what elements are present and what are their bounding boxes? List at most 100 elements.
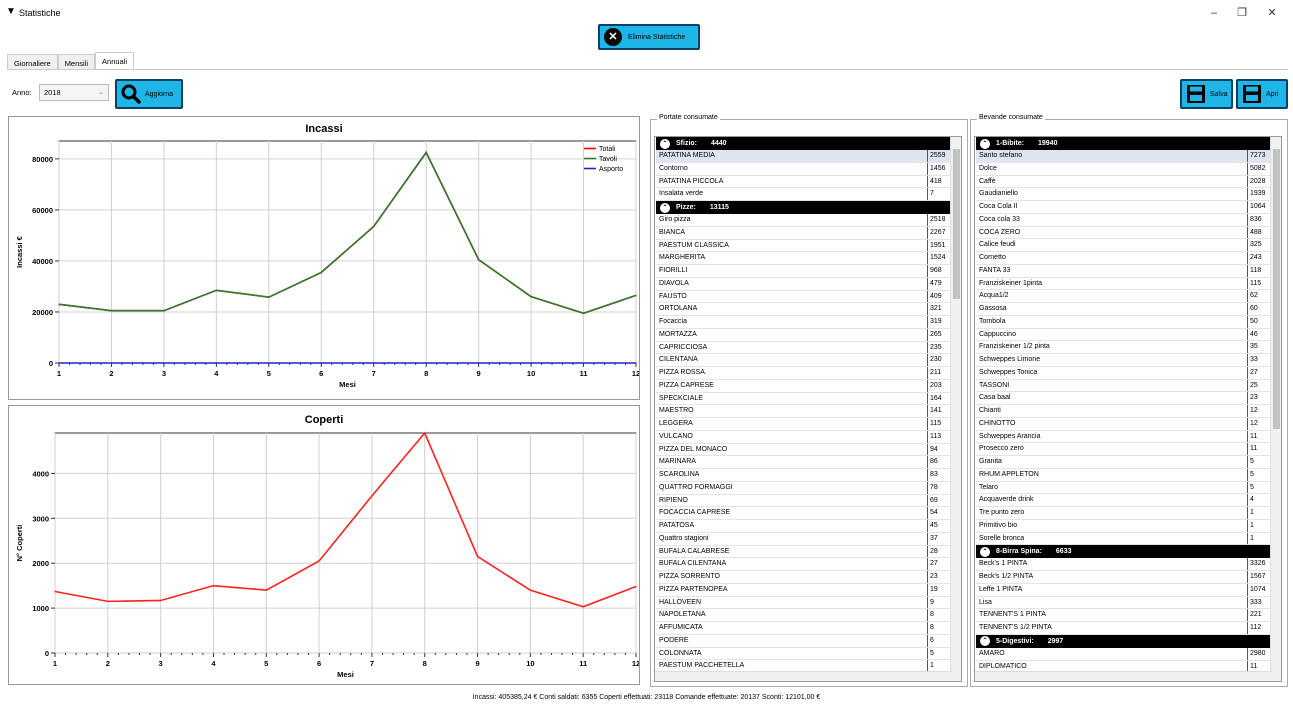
list-item[interactable]: Coca Cola II 1064	[976, 201, 1272, 214]
scroll-thumb[interactable]	[1273, 149, 1280, 429]
list-item[interactable]: PIZZA DEL MONACO 94	[656, 443, 952, 457]
portate-vertical-scrollbar[interactable]	[950, 137, 961, 681]
list-item[interactable]: Primitivo bio 1	[976, 519, 1272, 533]
list-item[interactable]: RHUM APPLETON 5	[976, 468, 1272, 482]
anno-select[interactable]: 2018 ⌄	[39, 84, 109, 101]
list-item[interactable]: Focaccia 319	[656, 316, 952, 329]
list-item[interactable]: Cappuccino 46	[976, 328, 1272, 342]
list-item[interactable]: PIZZA CAPRESE 203	[656, 379, 952, 393]
tab-mensili[interactable]: Mensili	[57, 54, 96, 70]
list-item[interactable]: ORTOLANA 321	[656, 303, 952, 316]
list-item[interactable]: Calice feudi 325	[976, 239, 1272, 252]
tab-giornaliere[interactable]: Giornaliere	[7, 54, 58, 70]
group-header[interactable]: ⌃ Sfizio: 4440	[656, 137, 951, 150]
list-item[interactable]: CAPRICCIOSA 235	[656, 341, 952, 355]
list-item[interactable]: Granita 5	[976, 456, 1272, 469]
list-item[interactable]: Beck's 1 PINTA 3326	[976, 558, 1272, 571]
list-item[interactable]: Prosecco zero 11	[976, 443, 1272, 456]
list-item[interactable]: MARINARA 86	[656, 456, 952, 469]
list-item[interactable]: Chianti 12	[976, 405, 1272, 418]
list-item[interactable]: PODERE 6	[656, 634, 952, 648]
list-item[interactable]: RIPIENO 69	[656, 494, 952, 508]
list-item[interactable]: Gassosa 60	[976, 303, 1272, 316]
list-item[interactable]: FOCACCIA CAPRESE 54	[656, 507, 952, 520]
list-item[interactable]: Schweppes Tonica 27	[976, 366, 1272, 380]
list-item[interactable]: Insalata verde 7	[656, 188, 952, 201]
tab-annuali[interactable]: Annuali	[95, 52, 135, 70]
list-item[interactable]: FAUSTO 409	[656, 290, 952, 304]
list-item[interactable]: Coca cola 33 836	[976, 213, 1272, 227]
list-item[interactable]: AFFUMICATA 8	[656, 622, 952, 635]
portate-list[interactable]: ⌃ Sfizio: 4440 PATATINA MEDIA 2559 Contorno 14…	[654, 136, 962, 682]
list-item[interactable]: Schweppes Arancia 11	[976, 430, 1272, 444]
list-item[interactable]: Casa baal 23	[976, 392, 1272, 405]
list-item[interactable]: PATATINA PICCOLA 418	[656, 175, 952, 189]
list-item[interactable]: DIAVOLA 479	[656, 277, 952, 291]
list-item[interactable]: Quattro stagioni 37	[656, 532, 952, 546]
list-item[interactable]: Tre punto zero 1	[976, 507, 1272, 520]
list-item[interactable]: MARGHERITA 1524	[656, 252, 952, 265]
list-item[interactable]: Giro pizza 2518	[656, 214, 952, 227]
list-item[interactable]: CHINOTTO 12	[976, 417, 1272, 431]
list-item[interactable]: MAESTRO 141	[656, 405, 952, 418]
aggiorna-button[interactable]: Aggiorna	[115, 79, 183, 109]
list-item[interactable]: BUFALA CILENTANA 27	[656, 558, 952, 571]
list-item[interactable]: Caffè 2028	[976, 175, 1272, 189]
list-item[interactable]: Gaudianiello 1939	[976, 188, 1272, 201]
group-header[interactable]: ⌃ Pizze: 13115	[656, 201, 951, 214]
list-item[interactable]: HALLOVEEN 9	[656, 596, 952, 610]
list-item[interactable]: PAESTUM CLASSICA 1951	[656, 239, 952, 253]
list-item[interactable]: PIZZA PARTENOPEA 19	[656, 583, 952, 597]
collapse-icon[interactable]: ⌃	[980, 636, 990, 647]
bevande-horizontal-scrollbar[interactable]	[975, 671, 1272, 681]
list-item[interactable]: LEGGERA 115	[656, 418, 952, 431]
list-item[interactable]: Franziskeiner 1pinta 115	[976, 277, 1272, 291]
list-item[interactable]: PIZZA SORRENTO 23	[656, 571, 952, 584]
bevande-list[interactable]: ⌃ 1-Bibite: 19940 Santo stefano 7273 Dolce 508…	[974, 136, 1282, 682]
list-item[interactable]: COLONNATA 5	[656, 647, 952, 661]
group-header[interactable]: ⌃ 5-Digestivi: 2997	[976, 634, 1271, 648]
list-item[interactable]: Acqua1/2 62	[976, 290, 1272, 303]
list-item[interactable]: Leffe 1 PINTA 1074	[976, 583, 1272, 597]
list-item[interactable]: Dolce 5082	[976, 162, 1272, 176]
list-item[interactable]: Schweppes Limone 33	[976, 354, 1272, 367]
apri-button[interactable]: Apri	[1236, 79, 1288, 109]
bevande-vertical-scrollbar[interactable]	[1270, 137, 1281, 681]
list-item[interactable]: FIORILLI 968	[656, 265, 952, 278]
list-item[interactable]: Contorno 1456	[656, 162, 952, 176]
list-item[interactable]: BUFALA CALABRESE 28	[656, 545, 952, 559]
list-item[interactable]: PATATOSA 45	[656, 520, 952, 533]
list-item[interactable]: BIANCA 2267	[656, 226, 952, 240]
list-item[interactable]: Cornetto 243	[976, 252, 1272, 265]
list-item[interactable]: SCAROLINA 83	[656, 469, 952, 482]
group-header[interactable]: ⌃ 1-Bibite: 19940	[976, 137, 1271, 150]
list-item[interactable]: CILENTANA 230	[656, 354, 952, 367]
list-item[interactable]: Telaro 5	[976, 481, 1272, 495]
list-item[interactable]: NAPOLETANA 8	[656, 609, 952, 622]
portate-horizontal-scrollbar[interactable]	[655, 671, 952, 681]
minimize-button[interactable]: –	[1200, 4, 1228, 22]
collapse-icon[interactable]: ⌃	[660, 138, 670, 149]
collapse-icon[interactable]: ⌃	[660, 202, 670, 213]
list-item[interactable]: Lisa 333	[976, 596, 1272, 610]
list-item[interactable]: Beck's 1/2 PINTA 1567	[976, 571, 1272, 584]
list-item[interactable]: Santo stefano 7273	[976, 150, 1272, 163]
collapse-icon[interactable]: ⌃	[980, 546, 990, 557]
close-button[interactable]: ✕	[1258, 4, 1286, 22]
list-item[interactable]: SPECKCIALE 164	[656, 392, 952, 406]
list-item[interactable]: PIZZA ROSSA 211	[656, 367, 952, 380]
list-item[interactable]: Tombola 50	[976, 315, 1272, 329]
restore-button[interactable]: ❐	[1228, 4, 1256, 22]
list-item[interactable]: MORTAZZA 265	[656, 328, 952, 342]
list-item[interactable]: FANTA 33 118	[976, 264, 1272, 278]
list-item[interactable]: QUATTRO FORMAGGI 78	[656, 481, 952, 495]
elimina-statistiche-button[interactable]: ✕ Elimina Statistiche	[598, 24, 700, 50]
list-item[interactable]: TENNENT'S 1/2 PINTA 112	[976, 622, 1272, 635]
group-header[interactable]: ⌃ 8-Birra Spina: 6633	[976, 545, 1271, 559]
list-item[interactable]: COCA ZERO 488	[976, 226, 1272, 240]
salva-button[interactable]: Salva	[1180, 79, 1233, 109]
collapse-icon[interactable]: ⌃	[980, 138, 990, 149]
list-item[interactable]: Franziskeiner 1/2 pinta 35	[976, 341, 1272, 354]
scroll-thumb[interactable]	[953, 149, 960, 299]
list-item[interactable]: VULCANO 113	[656, 430, 952, 444]
